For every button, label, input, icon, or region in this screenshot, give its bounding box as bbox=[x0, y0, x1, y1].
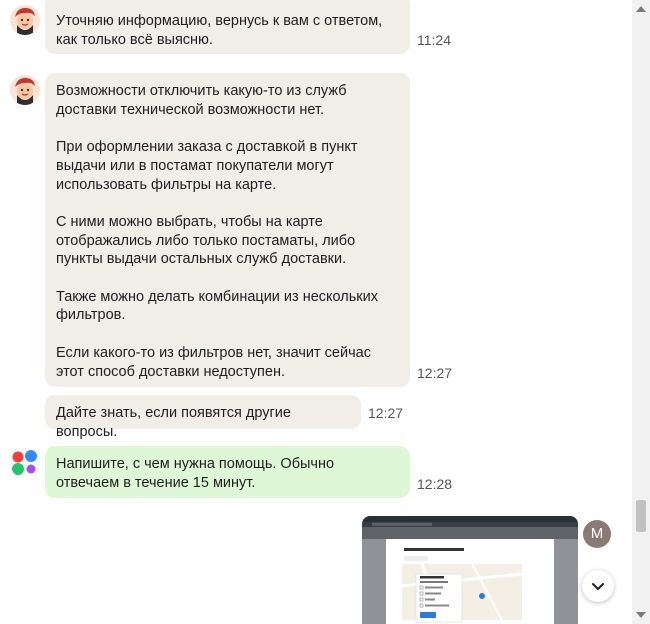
message-bubble: Возможности отключить какую-то из служб … bbox=[45, 73, 410, 387]
message-time: 11:24 bbox=[417, 32, 451, 48]
message-time: 12:27 bbox=[368, 405, 404, 421]
scroll-thumb[interactable] bbox=[636, 500, 646, 532]
scroll-to-bottom-button[interactable] bbox=[582, 570, 614, 602]
agent-avatar-icon bbox=[10, 5, 40, 35]
scroll-down-arrow-icon[interactable] bbox=[636, 612, 646, 618]
scroll-up-arrow-icon[interactable] bbox=[636, 6, 646, 12]
message-bubble: Напишите, с чем нужна помощь. Обычно отв… bbox=[45, 446, 410, 498]
agent-avatar-icon bbox=[10, 75, 40, 105]
message-bubble: Дайте знать, если появятся другие вопрос… bbox=[45, 395, 361, 440]
message-time: 12:27 bbox=[417, 365, 453, 381]
chat-thread: Уточняю информацию, вернусь к вам с отве… bbox=[0, 0, 632, 624]
scrollbar[interactable] bbox=[632, 0, 650, 624]
message-time: 12:28 bbox=[417, 476, 453, 492]
message-bubble: Уточняю информацию, вернусь к вам с отве… bbox=[45, 0, 410, 54]
attachment-image[interactable] bbox=[362, 516, 578, 624]
bot-logo-icon bbox=[10, 448, 40, 478]
chevron-down-icon bbox=[592, 583, 604, 590]
user-avatar: M bbox=[583, 520, 611, 548]
